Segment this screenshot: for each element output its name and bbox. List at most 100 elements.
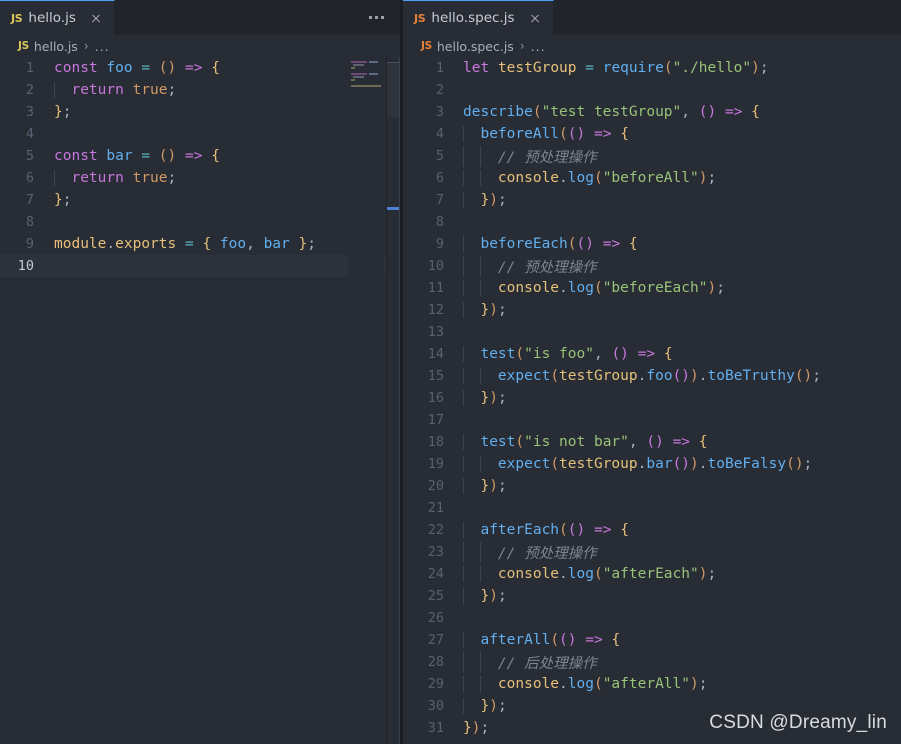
code-line[interactable]: 28 // 后处理操作 bbox=[403, 651, 901, 673]
line-number: 4 bbox=[25, 126, 34, 142]
code-line[interactable]: 9 module.exports = { foo, bar }; bbox=[0, 233, 400, 255]
code-line[interactable]: 18 test("is not bar", () => { bbox=[403, 431, 901, 453]
code-line[interactable]: 1 const foo = () => { bbox=[0, 57, 400, 79]
line-number: 8 bbox=[435, 214, 444, 230]
code-line[interactable]: 2 bbox=[403, 79, 901, 101]
code-text: // 预处理操作 bbox=[461, 255, 901, 277]
tab-hello-spec-js[interactable]: JS hello.spec.js bbox=[403, 0, 554, 35]
breadcrumb-left[interactable]: JS hello.js › ... bbox=[0, 35, 400, 57]
code-token: foo bbox=[106, 60, 133, 76]
minimap-left[interactable] bbox=[348, 57, 384, 744]
code-token: => bbox=[602, 236, 621, 252]
code-line[interactable]: 7}; bbox=[0, 189, 400, 211]
code-token: } bbox=[298, 236, 308, 252]
code-line[interactable]: 8 bbox=[403, 211, 901, 233]
minimap-line bbox=[369, 73, 378, 75]
editor-right-edge bbox=[399, 57, 400, 744]
code-line[interactable]: 9 beforeEach(() => { bbox=[403, 233, 901, 255]
code-line[interactable]: 15 expect(testGroup.foo()).toBeTruthy(); bbox=[403, 365, 901, 387]
code-line[interactable]: 14 test("is foo", () => { bbox=[403, 343, 901, 365]
indent-guide bbox=[480, 676, 482, 692]
code-line[interactable]: 20 }); bbox=[403, 475, 901, 497]
code-line[interactable]: 6 return true; bbox=[0, 167, 400, 189]
indent-guide bbox=[463, 651, 464, 673]
code-line[interactable]: 1 let testGroup = require("./hello"); bbox=[403, 57, 901, 79]
code-line[interactable]: 5 const bar = () => { bbox=[0, 145, 400, 167]
tab-hello-js[interactable]: JS hello.js bbox=[0, 0, 115, 35]
code-line[interactable]: 17 bbox=[403, 409, 901, 431]
more-actions-button[interactable] bbox=[353, 0, 400, 35]
code-line[interactable]: 16 }); bbox=[403, 387, 901, 409]
code-line[interactable]: 12 }); bbox=[403, 299, 901, 321]
code-token: ( bbox=[158, 148, 168, 164]
breadcrumb-file[interactable]: hello.spec.js bbox=[437, 39, 514, 54]
code-text: // 预处理操作 bbox=[461, 541, 901, 563]
code-token: => bbox=[724, 104, 743, 120]
indent-guide bbox=[480, 280, 482, 296]
code-line[interactable]: 29 console.log("afterAll"); bbox=[403, 673, 901, 695]
code-line[interactable]: 13 bbox=[403, 321, 901, 343]
code-line[interactable]: 10 // 预处理操作 bbox=[403, 255, 901, 277]
code-line[interactable]: 4 beforeAll(() => { bbox=[403, 123, 901, 145]
breadcrumb-symbol[interactable]: ... bbox=[95, 39, 110, 54]
code-editor-right[interactable]: 1 let testGroup = require("./hello"); 2 3 de… bbox=[403, 57, 901, 744]
code-token: { bbox=[211, 148, 220, 164]
code-line[interactable]: 10 bbox=[0, 255, 400, 277]
close-icon[interactable] bbox=[88, 10, 104, 26]
code-line[interactable]: 2 return true; bbox=[0, 79, 400, 101]
code-token: { bbox=[628, 236, 638, 252]
code-line[interactable]: 21 bbox=[403, 497, 901, 519]
code-line[interactable]: 6 console.log("beforeAll"); bbox=[403, 167, 901, 189]
code-token: ( bbox=[515, 346, 525, 362]
code-line[interactable]: 5 // 预处理操作 bbox=[403, 145, 901, 167]
overview-ruler-left[interactable] bbox=[386, 57, 400, 744]
code-line[interactable]: 3}; bbox=[0, 101, 400, 123]
code-token: ( bbox=[672, 368, 682, 384]
breadcrumb-file[interactable]: hello.js bbox=[34, 39, 78, 54]
code-line[interactable]: 31}); bbox=[403, 717, 901, 739]
code-token: . bbox=[559, 566, 568, 582]
code-line[interactable]: 30 }); bbox=[403, 695, 901, 717]
code-line[interactable]: 22 afterEach(() => { bbox=[403, 519, 901, 541]
code-line[interactable]: 7 }); bbox=[403, 189, 901, 211]
indent-guide bbox=[463, 698, 464, 714]
code-token: . bbox=[698, 368, 708, 384]
code-token: ) bbox=[489, 192, 498, 208]
code-line[interactable]: 3 describe("test testGroup", () => { bbox=[403, 101, 901, 123]
code-editor-left[interactable]: 1 const foo = () => {2 return true; 3}; 4 5 c… bbox=[0, 57, 400, 744]
code-line[interactable]: 24 console.log("afterEach"); bbox=[403, 563, 901, 585]
line-number: 1 bbox=[25, 60, 34, 76]
code-token: ) bbox=[489, 588, 498, 604]
code-line[interactable]: 19 expect(testGroup.bar()).toBeFalsy(); bbox=[403, 453, 901, 475]
code-line[interactable]: 11 console.log("beforeEach"); bbox=[403, 277, 901, 299]
code-token: ; bbox=[497, 698, 507, 714]
line-number: 17 bbox=[427, 412, 444, 428]
line-number: 3 bbox=[435, 104, 444, 120]
js-file-icon: JS bbox=[421, 40, 432, 52]
code-token: = bbox=[184, 236, 194, 252]
tabbar-left: JS hello.js bbox=[0, 0, 400, 35]
code-line[interactable]: 8 bbox=[0, 211, 400, 233]
code-line[interactable]: 26 bbox=[403, 607, 901, 629]
code-line[interactable]: 23 // 预处理操作 bbox=[403, 541, 901, 563]
breadcrumb-symbol[interactable]: ... bbox=[531, 39, 546, 54]
code-line[interactable]: 27 afterAll(() => { bbox=[403, 629, 901, 651]
code-token: "test testGroup" bbox=[541, 104, 682, 120]
code-line[interactable]: 25 }); bbox=[403, 585, 901, 607]
code-line[interactable]: 4 bbox=[0, 123, 400, 145]
close-icon[interactable] bbox=[527, 10, 543, 26]
breadcrumb-right[interactable]: JS hello.spec.js › ... bbox=[403, 35, 901, 57]
js-file-icon: JS bbox=[414, 11, 426, 25]
code-token: ) bbox=[690, 368, 699, 384]
code-token: "is foo" bbox=[524, 346, 594, 362]
code-token: = bbox=[141, 60, 151, 76]
